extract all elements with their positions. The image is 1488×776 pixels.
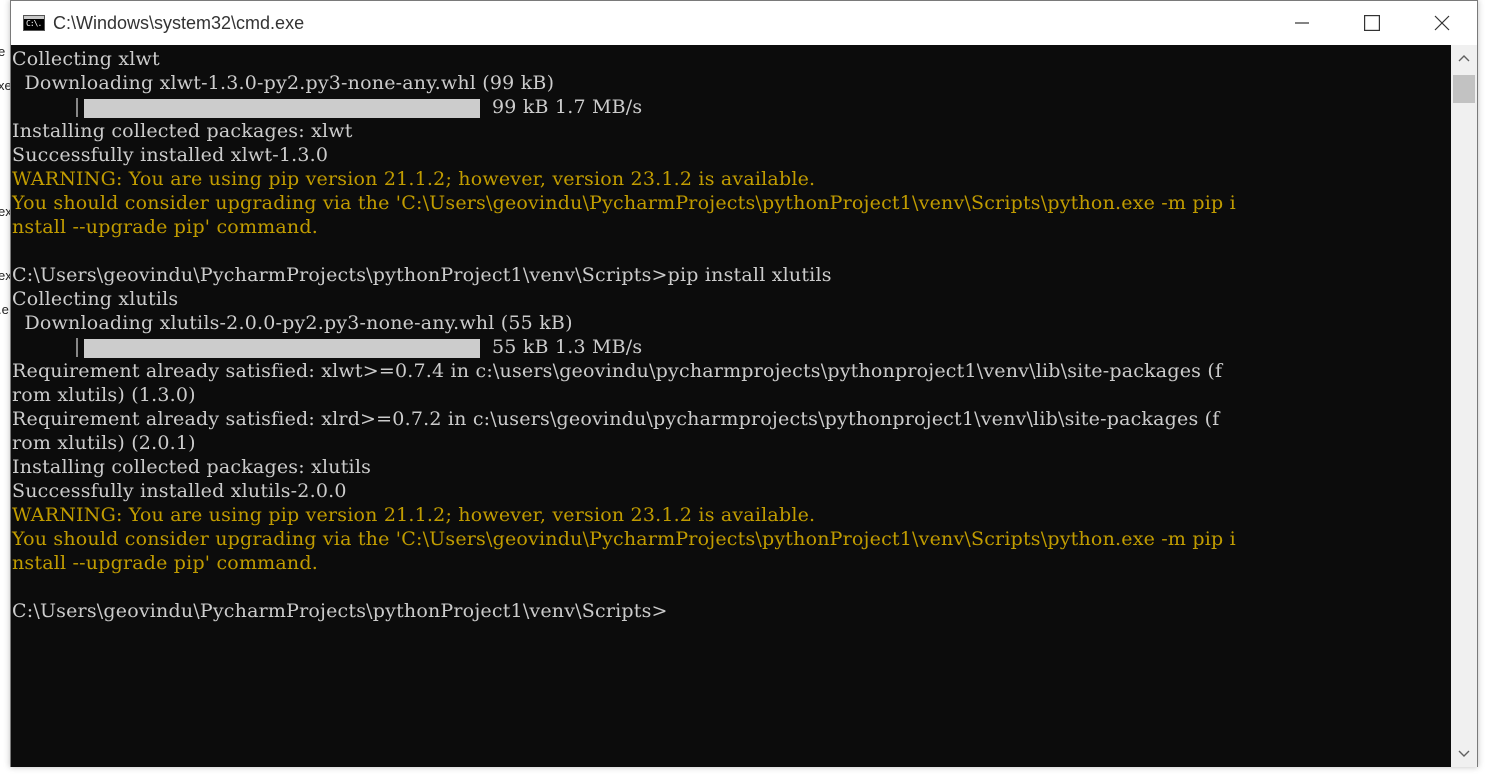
- terminal-line: rom xlutils) (1.3.0): [12, 384, 196, 406]
- title-bar[interactable]: C:\. C:\Windows\system32\cmd.exe: [11, 1, 1477, 45]
- terminal-output[interactable]: Collecting xlwt Downloading xlwt-1.3.0-p…: [11, 45, 1451, 767]
- close-button[interactable]: [1407, 1, 1477, 45]
- scroll-down-button[interactable]: [1451, 741, 1477, 767]
- terminal-line: Collecting xlwt: [12, 48, 160, 70]
- terminal-line: WARNING: You are using pip version 21.1.…: [12, 504, 816, 526]
- progress-line: 55 kB 1.3 MB/s: [12, 335, 1236, 359]
- chevron-up-icon: [1458, 55, 1470, 62]
- minimize-button[interactable]: [1267, 1, 1337, 45]
- terminal-line: You should consider upgrading via the 'C…: [12, 528, 1236, 550]
- terminal-line: Successfully installed xlwt-1.3.0: [12, 144, 329, 166]
- progress-bar-fill: [84, 99, 480, 118]
- terminal-line: Installing collected packages: xlwt: [12, 120, 353, 142]
- terminal-line: Requirement already satisfied: xlrd>=0.7…: [12, 408, 1220, 430]
- minimize-icon: [1295, 22, 1309, 24]
- terminal-line: Downloading xlutils-2.0.0-py2.py3-none-a…: [12, 312, 573, 334]
- close-icon: [1434, 15, 1450, 31]
- terminal-line: Collecting xlutils: [12, 288, 179, 310]
- terminal-line: nstall --upgrade pip' command.: [12, 216, 318, 238]
- terminal-line: Successfully installed xlutils-2.0.0: [12, 480, 347, 502]
- progress-bar-fill: [84, 339, 480, 358]
- cmd-app-icon-text: C:\.: [26, 19, 42, 28]
- terminal-line: rom xlutils) (2.0.1): [12, 432, 196, 454]
- terminal-line: Installing collected packages: xlutils: [12, 456, 372, 478]
- cmd-app-icon[interactable]: C:\.: [23, 15, 45, 31]
- terminal-line: Downloading xlwt-1.3.0-py2.py3-none-any.…: [12, 72, 555, 94]
- progress-text: 55 kB 1.3 MB/s: [492, 336, 643, 358]
- chevron-down-icon: [1458, 750, 1470, 757]
- background-fragment: e: [0, 44, 6, 59]
- scroll-up-button[interactable]: [1451, 45, 1477, 71]
- terminal-line: You should consider upgrading via the 'C…: [12, 192, 1236, 214]
- terminal-line: WARNING: You are using pip version 21.1.…: [12, 168, 816, 190]
- progress-bar-tick: [76, 338, 78, 357]
- terminal-line: C:\Users\geovindu\PycharmProjects\python…: [12, 264, 832, 286]
- maximize-button[interactable]: [1337, 1, 1407, 45]
- progress-bar-tick: [76, 98, 78, 117]
- terminal-line: Requirement already satisfied: xlwt>=0.7…: [12, 360, 1223, 382]
- scrollbar-thumb[interactable]: [1453, 75, 1475, 103]
- maximize-icon: [1364, 15, 1380, 31]
- window-controls: [1267, 1, 1477, 45]
- progress-text: 99 kB 1.7 MB/s: [492, 96, 643, 118]
- cmd-window[interactable]: C:\. C:\Windows\system32\cmd.exe Collect…: [10, 0, 1478, 767]
- background-fragment: .e: [0, 302, 9, 317]
- window-title: C:\Windows\system32\cmd.exe: [53, 12, 305, 33]
- terminal-line: nstall --upgrade pip' command.: [12, 552, 318, 574]
- vertical-scrollbar[interactable]: [1451, 45, 1477, 767]
- terminal-line: C:\Users\geovindu\PycharmProjects\python…: [12, 600, 668, 622]
- progress-line: 99 kB 1.7 MB/s: [12, 95, 1236, 119]
- terminal-lines: Collecting xlwt Downloading xlwt-1.3.0-p…: [12, 47, 1236, 623]
